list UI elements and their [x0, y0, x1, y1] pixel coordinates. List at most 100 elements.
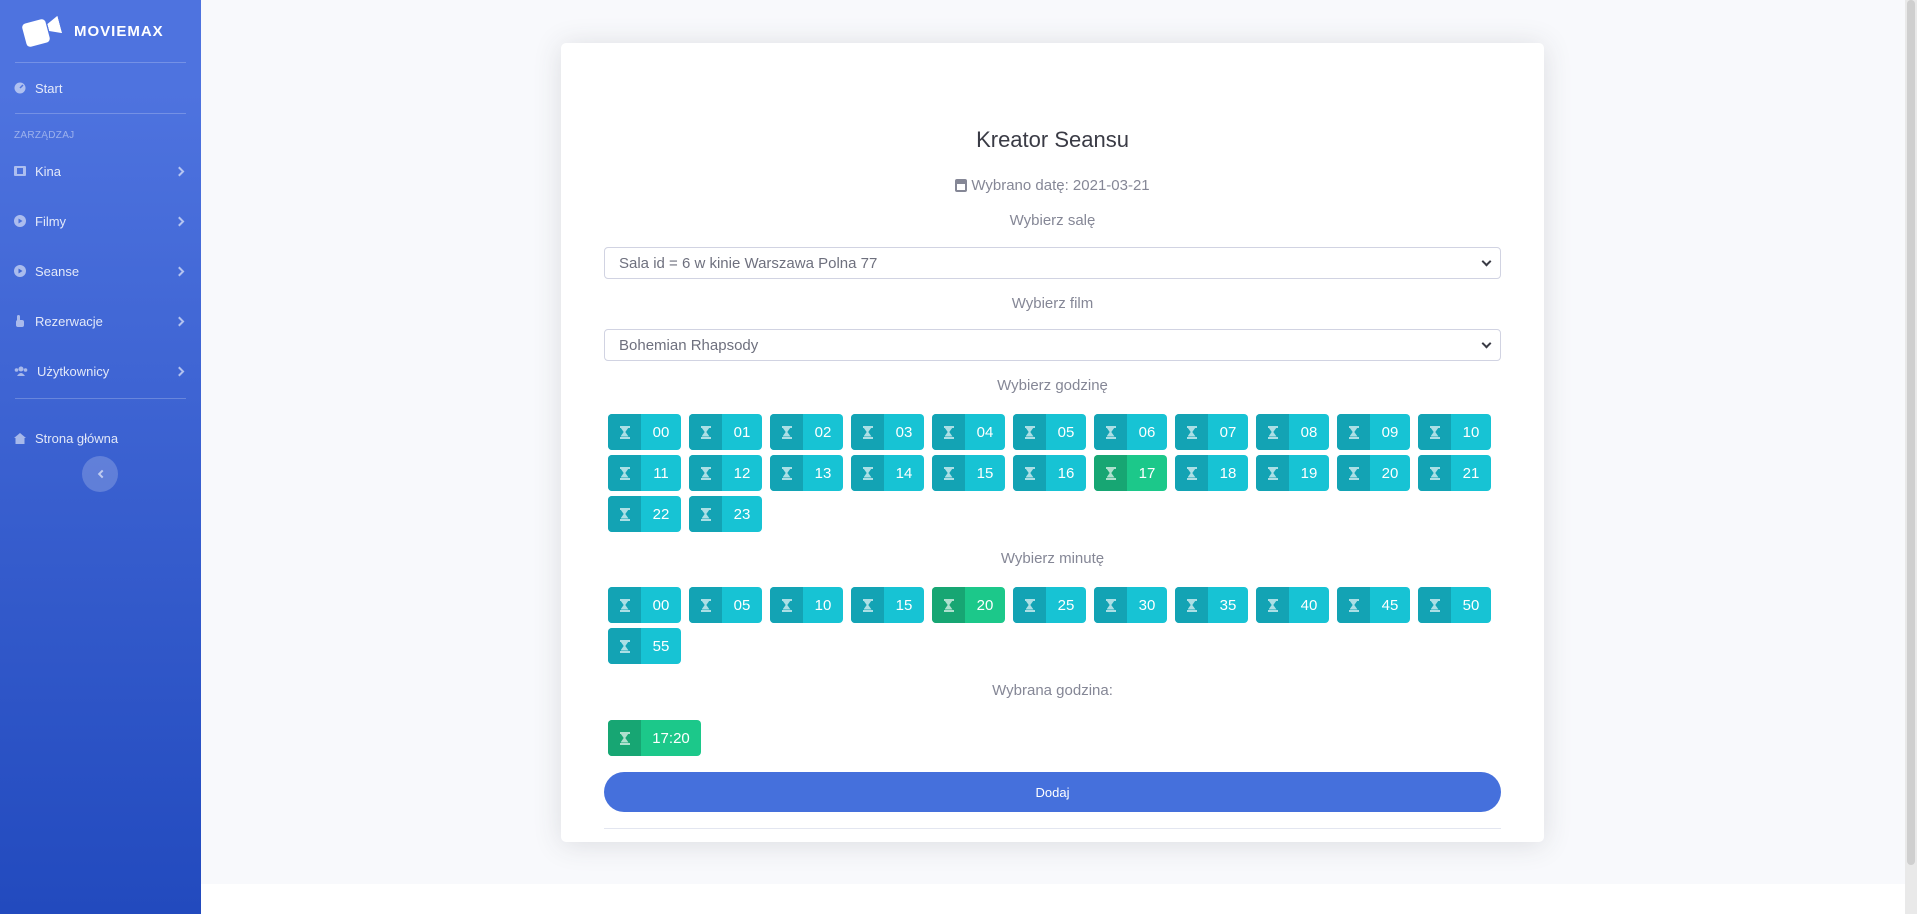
hour-button-20[interactable]: 20	[1337, 455, 1410, 491]
chosen-time-row: 17:20	[608, 720, 701, 756]
sidebar-item-rezerwacje[interactable]: Rezerwacje	[0, 296, 201, 346]
hour-button-18[interactable]: 18	[1175, 455, 1248, 491]
hour-button-label: 04	[976, 423, 994, 441]
hour-button-08[interactable]: 08	[1256, 414, 1329, 450]
minute-button-label: 45	[1381, 596, 1399, 614]
hour-button-07[interactable]: 07	[1175, 414, 1248, 450]
hour-button-03[interactable]: 03	[851, 414, 924, 450]
tachometer-icon	[14, 82, 26, 94]
minute-button-00[interactable]: 00	[608, 587, 681, 623]
minute-button-35[interactable]: 35	[1175, 587, 1248, 623]
chevron-right-icon	[174, 266, 185, 276]
chevron-left-icon	[97, 469, 106, 479]
hour-button-label: 17	[1138, 464, 1156, 482]
chosen-time-badge: 17:20	[608, 720, 701, 756]
film-select[interactable]: Bohemian Rhapsody	[604, 329, 1501, 361]
hourglass-icon	[1337, 587, 1370, 623]
film-label: Wybierz film	[1011, 295, 1094, 312]
selected-date: Wybrano datę: 2021-03-21	[561, 177, 1544, 194]
minute-button-10[interactable]: 10	[770, 587, 843, 623]
hour-button-label: 01	[733, 423, 751, 441]
minute-button-30[interactable]: 30	[1094, 587, 1167, 623]
hour-button-05[interactable]: 05	[1013, 414, 1086, 450]
minute-button-25[interactable]: 25	[1013, 587, 1086, 623]
minute-button-label: 30	[1138, 596, 1156, 614]
hour-button-01[interactable]: 01	[689, 414, 762, 450]
hand-pointer-icon	[14, 315, 26, 327]
hour-button-label: 07	[1219, 423, 1237, 441]
calendar-icon	[955, 179, 968, 192]
hour-button-label: 03	[895, 423, 913, 441]
sidebar-item-label: Kina	[35, 163, 62, 179]
hour-button-09[interactable]: 09	[1337, 414, 1410, 450]
minute-button-label: 20	[976, 596, 994, 614]
sidebar-heading: ZARZĄDZAJ	[14, 130, 75, 141]
hour-button-label: 16	[1057, 464, 1075, 482]
hour-button-06[interactable]: 06	[1094, 414, 1167, 450]
play-circle-icon	[14, 215, 26, 227]
hour-button-13[interactable]: 13	[770, 455, 843, 491]
hall-select[interactable]: Sala id = 6 w kinie Warszawa Polna 77	[604, 247, 1501, 279]
hour-button-15[interactable]: 15	[932, 455, 1005, 491]
form-divider	[604, 828, 1501, 829]
hour-button-17[interactable]: 17	[1094, 455, 1167, 491]
sidebar-item-label: Strona główna	[35, 430, 119, 446]
chevron-right-icon	[174, 166, 185, 176]
film-icon	[14, 165, 26, 177]
sidebar-item-label: Rezerwacje	[35, 313, 103, 329]
hourglass-icon	[1094, 455, 1127, 491]
minute-button-label: 50	[1462, 596, 1480, 614]
sidebar-item-seanse[interactable]: Seanse	[0, 246, 201, 296]
add-button[interactable]: Dodaj	[604, 772, 1501, 812]
footer	[201, 884, 1905, 914]
hour-button-21[interactable]: 21	[1418, 455, 1491, 491]
scrollbar-thumb[interactable]	[1907, 0, 1915, 865]
minute-button-05[interactable]: 05	[689, 587, 762, 623]
sidebar-item-start[interactable]: Start	[0, 63, 201, 113]
page-scrollbar[interactable]	[1905, 0, 1917, 914]
hourglass-icon	[608, 720, 641, 756]
hour-button-11[interactable]: 11	[608, 455, 681, 491]
hour-button-14[interactable]: 14	[851, 455, 924, 491]
minute-label: Wybierz minutę	[1000, 550, 1105, 567]
hourglass-icon	[608, 496, 641, 532]
hourglass-icon	[1013, 414, 1046, 450]
sidebar-toggle-button[interactable]	[82, 456, 118, 492]
hour-button-16[interactable]: 16	[1013, 455, 1086, 491]
hour-button-00[interactable]: 00	[608, 414, 681, 450]
page-title: Kreator Seansu	[976, 127, 1129, 152]
hour-button-label: 19	[1300, 464, 1318, 482]
hour-button-10[interactable]: 10	[1418, 414, 1491, 450]
chevron-down-icon	[1481, 256, 1492, 267]
hourglass-icon	[689, 455, 722, 491]
brand[interactable]: MOVIEMAX	[0, 0, 201, 62]
hourglass-icon	[851, 414, 884, 450]
hour-button-22[interactable]: 22	[608, 496, 681, 532]
sidebar-item-filmy[interactable]: Filmy	[0, 196, 201, 246]
brand-name: MOVIEMAX	[74, 22, 164, 40]
hourglass-icon	[1418, 414, 1451, 450]
sidebar-item-kina[interactable]: Kina	[0, 146, 201, 196]
hour-button-label: 18	[1219, 464, 1237, 482]
minute-button-45[interactable]: 45	[1337, 587, 1410, 623]
minute-button-15[interactable]: 15	[851, 587, 924, 623]
hourglass-icon	[1418, 587, 1451, 623]
minute-button-50[interactable]: 50	[1418, 587, 1491, 623]
hour-button-12[interactable]: 12	[689, 455, 762, 491]
hour-button-02[interactable]: 02	[770, 414, 843, 450]
sidebar-item-label: Użytkownicy	[37, 363, 110, 379]
chosen-time-label: Wybrana godzina:	[992, 682, 1113, 699]
hourglass-icon	[1256, 455, 1289, 491]
hourglass-icon	[689, 414, 722, 450]
minute-button-20[interactable]: 20	[932, 587, 1005, 623]
hourglass-icon	[1418, 455, 1451, 491]
minute-button-55[interactable]: 55	[608, 628, 681, 664]
hour-button-04[interactable]: 04	[932, 414, 1005, 450]
hour-row: 00 01 02 03 04 05 06 07 08 09 10	[608, 414, 1491, 450]
hour-button-23[interactable]: 23	[689, 496, 762, 532]
hour-button-19[interactable]: 19	[1256, 455, 1329, 491]
sidebar-item-uzytkownicy[interactable]: Użytkownicy	[0, 346, 201, 396]
hour-button-label: 10	[1462, 423, 1480, 441]
minute-button-40[interactable]: 40	[1256, 587, 1329, 623]
sidebar-item-label: Filmy	[35, 213, 67, 229]
